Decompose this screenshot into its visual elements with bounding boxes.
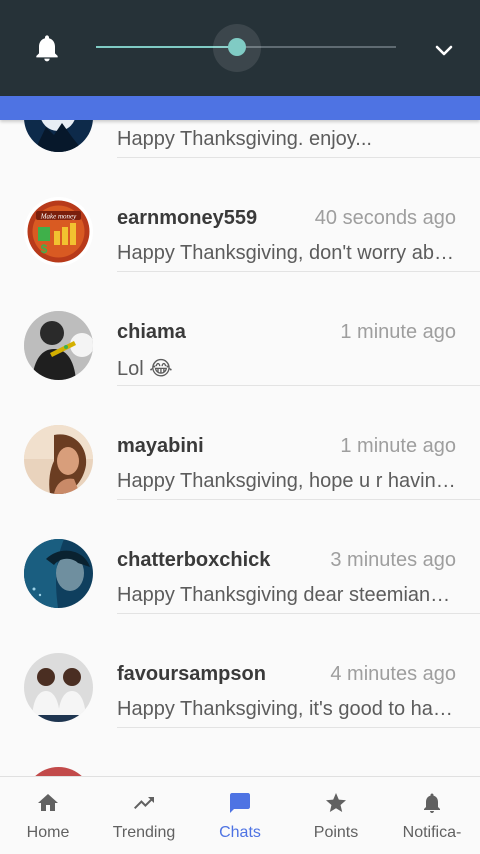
chat-item[interactable]: Happy Thanksgiving. enjoy... (0, 120, 480, 157)
chat-preview: Happy Thanksgiving, it's good to have... (117, 698, 456, 720)
svg-text:$: $ (41, 242, 48, 256)
nav-home[interactable]: Home (0, 777, 96, 854)
chat-preview: Happy Thanksgiving, hope u r having... (117, 470, 456, 492)
chat-list[interactable]: Happy Thanksgiving. enjoy... Make money … (0, 120, 480, 776)
chat-icon (230, 793, 250, 813)
chat-name: earnmoney559 (117, 207, 258, 229)
chat-name: chatterboxchick (117, 549, 271, 571)
volume-slider-thumb[interactable] (228, 38, 246, 56)
chat-time: 40 seconds ago (314, 207, 456, 229)
nav-label: Notifica- (402, 824, 462, 841)
chat-time: 3 minutes ago (330, 549, 456, 571)
bell-icon (424, 793, 440, 813)
star-icon (326, 793, 346, 812)
chat-preview: Happy Thanksgiving. enjoy... (117, 128, 372, 150)
person-avatar (24, 539, 93, 608)
chat-time: 1 minute ago (340, 321, 456, 343)
volume-panel (0, 0, 480, 96)
chat-item[interactable]: favoursampson 4 minutes ago Happy Thanks… (0, 613, 480, 727)
bottom-navigation: Home Trending Chats Points Notifica- (0, 776, 480, 854)
chevron-down-icon[interactable] (432, 38, 456, 62)
chat-time: 1 minute ago (340, 435, 456, 457)
app-header (0, 96, 480, 120)
chat-name: chiama (117, 321, 186, 343)
chat-item[interactable] (0, 727, 480, 776)
chat-item[interactable]: chatterboxchick 3 minutes ago Happy Than… (0, 499, 480, 613)
nav-label: Trending (112, 824, 176, 841)
nav-notifications[interactable]: Notifica- (384, 777, 480, 854)
person-avatar (24, 425, 93, 494)
two-people-avatar (24, 653, 93, 722)
svg-text:Make money: Make money (40, 213, 77, 221)
nav-label: Chats (219, 824, 261, 841)
trending-up-icon (134, 797, 154, 809)
chat-item[interactable]: chiama 1 minute ago Lol 😂 (0, 271, 480, 385)
nav-chats[interactable]: Chats (192, 777, 288, 854)
divider (117, 385, 480, 386)
divider (117, 499, 480, 500)
chat-preview: Lol 😂 (117, 358, 173, 380)
nav-label: Home (26, 824, 70, 841)
make-money-avatar: Make money $ (24, 197, 93, 266)
person-avatar (24, 767, 93, 776)
divider (117, 157, 480, 158)
chat-preview: Happy Thanksgiving dear steemians... (117, 584, 456, 606)
chat-time: 4 minutes ago (330, 663, 456, 685)
nav-points[interactable]: Points (288, 777, 384, 854)
home-icon (38, 794, 58, 811)
divider (117, 271, 480, 272)
chat-item[interactable]: Make money $ earnmoney559 40 seconds ago… (0, 157, 480, 271)
nav-label: Points (313, 824, 359, 841)
chat-name: favoursampson (117, 663, 266, 685)
chat-item[interactable]: mayabini 1 minute ago Happy Thanksgiving… (0, 385, 480, 499)
person-avatar (24, 311, 93, 380)
chat-name: mayabini (117, 435, 204, 457)
divider (117, 613, 480, 614)
volume-slider[interactable] (96, 24, 396, 72)
nav-trending[interactable]: Trending (96, 777, 192, 854)
divider (117, 727, 480, 728)
wolf-moon-avatar (24, 120, 93, 152)
bell-icon[interactable] (31, 32, 63, 64)
chat-preview: Happy Thanksgiving, don't worry about... (117, 242, 456, 264)
